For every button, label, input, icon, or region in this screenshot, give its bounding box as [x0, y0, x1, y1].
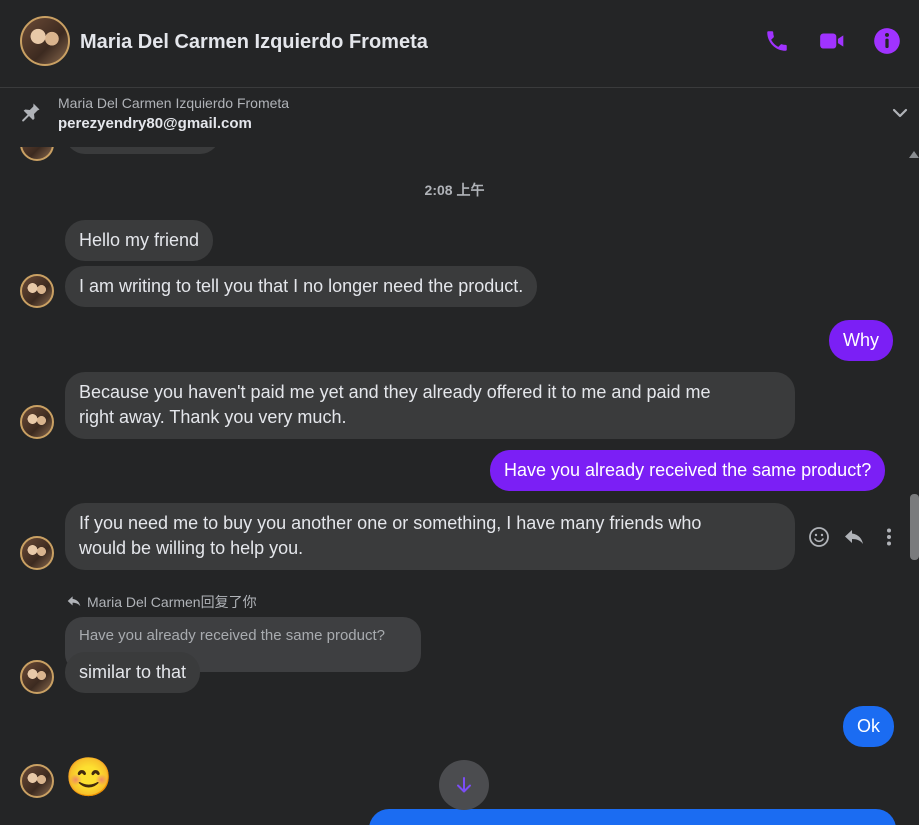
message-line: If you need me to buy you another one or… [79, 513, 702, 533]
message-bubble-own[interactable]: Ok [843, 706, 895, 747]
avatar [20, 660, 54, 694]
arrow-down-icon [457, 777, 471, 793]
pinned-message-bar[interactable]: Maria Del Carmen Izquierdo Frometa perez… [0, 89, 919, 147]
reply-icon [67, 596, 81, 607]
video-camera-icon[interactable] [817, 26, 847, 56]
message-bubble[interactable]: Because you haven't paid me yet and they… [65, 372, 795, 439]
info-icon[interactable] [872, 26, 902, 56]
message-bubble-own[interactable]: Why [829, 320, 893, 361]
phone-icon[interactable] [762, 26, 792, 56]
smiley-icon[interactable] [807, 525, 831, 549]
scrollbar[interactable] [908, 147, 919, 825]
message-bubble[interactable]: I am writing to tell you that I no longe… [65, 266, 538, 307]
message-bubble[interactable]: similar to that [65, 652, 201, 693]
avatar [20, 147, 54, 161]
more-options-icon[interactable] [877, 525, 901, 549]
scroll-up-arrow[interactable] [909, 151, 919, 158]
emoji-message[interactable]: 😊 [65, 757, 112, 799]
messenger-window: Maria Del Carmen Izquierdo Frometa Maria… [0, 0, 919, 825]
message-bubble[interactable]: Hello my friend [65, 220, 214, 261]
message-bubble-own[interactable]: Have you already received the same produ… [490, 450, 886, 491]
avatar [20, 536, 54, 570]
message-bubble[interactable]: If you need me to buy you another one or… [65, 503, 795, 570]
pinned-contact-name: Maria Del Carmen Izquierdo Frometa [58, 95, 290, 111]
reply-label-text: Maria Del Carmen回复了你 [87, 594, 257, 610]
message-line: would be willing to help you. [79, 538, 304, 558]
scroll-to-bottom-button[interactable] [439, 760, 489, 810]
pin-icon [18, 101, 42, 125]
timestamp: 2:08 上午 [424, 182, 485, 198]
message-list[interactable]: 2:08 上午 Hello my friend I am writing to … [0, 147, 919, 825]
message-bubble-partial[interactable] [65, 147, 220, 154]
chat-header: Maria Del Carmen Izquierdo Frometa [0, 0, 919, 88]
pinned-email: perezyendry80@gmail.com [58, 115, 252, 132]
reply-label: Maria Del Carmen回复了你 [66, 592, 257, 612]
contact-name[interactable]: Maria Del Carmen Izquierdo Frometa [80, 31, 428, 54]
avatar[interactable] [20, 16, 70, 66]
message-line: Because you haven't paid me yet and they… [79, 382, 711, 402]
avatar [20, 764, 54, 798]
chevron-down-icon[interactable] [890, 103, 910, 123]
scrollbar-thumb[interactable] [910, 494, 919, 560]
avatar [20, 274, 54, 308]
message-line: right away. Thank you very much. [79, 407, 347, 427]
avatar [20, 405, 54, 439]
message-bubble-own-partial[interactable] [369, 809, 896, 825]
reply-icon[interactable] [842, 525, 866, 549]
